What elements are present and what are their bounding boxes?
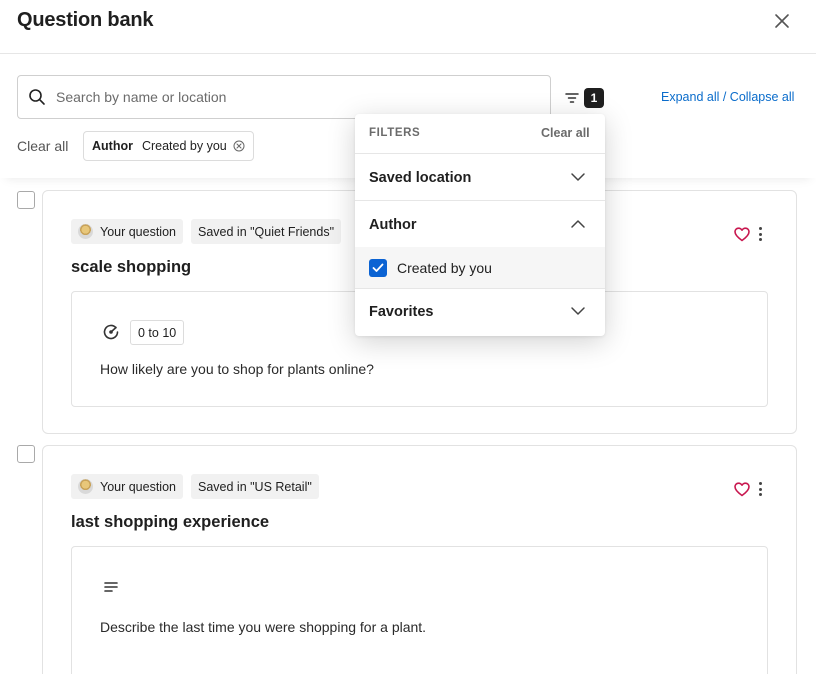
more-options-button[interactable] xyxy=(753,225,767,243)
favorite-button[interactable] xyxy=(733,225,751,243)
page-title: Question bank xyxy=(17,9,154,31)
more-dot xyxy=(758,493,762,496)
close-icon xyxy=(775,14,789,28)
question-tags: Your question Saved in "US Retail" xyxy=(71,474,319,499)
more-dot xyxy=(758,232,762,236)
dialog-header: Question bank xyxy=(0,0,816,54)
filter-toggle-button[interactable]: 1 xyxy=(565,87,609,109)
filter-icon xyxy=(565,93,579,103)
favorite-button[interactable] xyxy=(733,480,751,498)
question-tags: Your question Saved in "Quiet Friends" xyxy=(71,219,342,244)
expand-collapse-links: Expand all / Collapse all xyxy=(661,90,794,104)
close-button[interactable] xyxy=(770,9,794,33)
filters-clear-all-button[interactable]: Clear all xyxy=(541,126,590,140)
chip-value: Created by you xyxy=(141,139,227,153)
question-preview: Describe the last time you were shopping… xyxy=(71,546,768,674)
filter-section-saved-location[interactable]: Saved location xyxy=(355,154,605,201)
search-box xyxy=(17,75,551,119)
question-text: Describe the last time you were shopping… xyxy=(100,619,427,635)
scale-range-badge: 0 to 10 xyxy=(130,320,185,345)
chevron-down-icon xyxy=(571,307,585,315)
question-select-checkbox[interactable] xyxy=(17,445,35,463)
author-tag: Your question xyxy=(71,474,183,499)
filter-chip-author: Author Created by you xyxy=(83,131,254,161)
location-tag: Saved in "US Retail" xyxy=(191,474,319,499)
filter-section-author[interactable]: Author xyxy=(355,201,605,247)
collapse-all-link[interactable]: Collapse all xyxy=(730,90,795,104)
filter-count-badge: 1 xyxy=(584,88,604,108)
question-text: How likely are you to shop for plants on… xyxy=(100,361,374,377)
more-dot xyxy=(758,482,762,485)
filter-section-favorites[interactable]: Favorites xyxy=(355,289,605,336)
chevron-down-icon xyxy=(571,173,585,181)
remove-circle-icon xyxy=(233,140,245,152)
avatar xyxy=(78,479,93,494)
more-dot xyxy=(758,238,762,241)
avatar xyxy=(78,224,93,239)
chip-key: Author xyxy=(92,139,133,153)
search-icon xyxy=(29,89,45,105)
remove-chip-button[interactable] xyxy=(233,140,245,152)
link-separator: / xyxy=(719,90,730,104)
question-select-checkbox[interactable] xyxy=(17,191,35,209)
check-icon xyxy=(372,263,384,272)
heart-icon xyxy=(734,482,750,497)
filters-dropdown: FILTERS Clear all Saved location Author … xyxy=(355,114,605,336)
author-tag-label: Your question xyxy=(100,479,176,494)
question-card: Your question Saved in "US Retail" last … xyxy=(42,445,797,674)
question-title: scale shopping xyxy=(71,258,192,276)
more-dot xyxy=(758,487,762,491)
location-tag: Saved in "Quiet Friends" xyxy=(191,219,342,244)
more-dot xyxy=(758,227,762,230)
clear-all-filters-button[interactable]: Clear all xyxy=(17,138,68,154)
more-options-button[interactable] xyxy=(753,480,767,498)
expand-all-link[interactable]: Expand all xyxy=(661,90,719,104)
gauge-icon xyxy=(100,321,122,343)
filter-section-title: Favorites xyxy=(369,304,434,320)
heart-icon xyxy=(734,227,750,242)
search-input[interactable] xyxy=(56,76,536,118)
filter-option-created-by-you[interactable]: Created by you xyxy=(355,247,605,289)
filter-option-label: Created by you xyxy=(397,260,492,276)
filter-section-title: Saved location xyxy=(369,170,472,186)
author-tag: Your question xyxy=(71,219,183,244)
filters-dropdown-header: FILTERS Clear all xyxy=(355,114,605,154)
author-tag-label: Your question xyxy=(100,224,176,239)
filter-section-title: Author xyxy=(369,217,417,233)
checkbox-checked[interactable] xyxy=(369,259,387,277)
question-title: last shopping experience xyxy=(71,513,270,531)
text-lines-icon xyxy=(100,576,122,598)
filters-heading: FILTERS xyxy=(369,127,421,139)
chevron-up-icon xyxy=(571,220,585,228)
